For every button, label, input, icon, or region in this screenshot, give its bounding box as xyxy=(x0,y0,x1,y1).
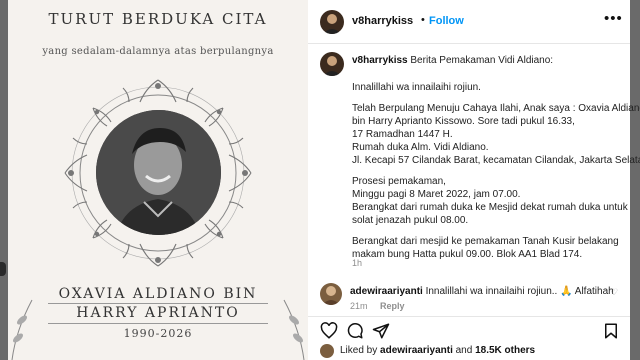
leaf-decoration-icon xyxy=(11,299,33,360)
caption-line: Telah Berpulang Menuju Cahaya Ilahi, Ana… xyxy=(352,103,640,114)
divider-top xyxy=(48,303,268,304)
likes-summary: Liked by adewiraariyanti and 18.5K other… xyxy=(320,344,620,358)
header-username[interactable]: v8harrykiss xyxy=(352,15,413,27)
reply-button[interactable]: Reply xyxy=(380,301,405,311)
leaf-decoration-icon xyxy=(283,299,305,360)
comment-row: adewiraariyanti Innalillahi wa innailaih… xyxy=(320,283,620,313)
comment-text: Innalillahi wa innailaihi rojiun.. 🙏 Alf… xyxy=(425,286,614,297)
divider-bottom xyxy=(48,323,268,324)
caption-line: bin Harry Aprianto Kissowo. Sore tadi pu… xyxy=(352,116,575,127)
comment-time: 21m xyxy=(350,301,368,311)
like-comment-icon[interactable]: ♡ xyxy=(610,287,618,298)
caption-line: Innalillahi wa innailaihi rojiun. xyxy=(352,82,481,93)
comment-username[interactable]: adewiraariyanti xyxy=(350,286,423,297)
likes-count[interactable]: 18.5K others xyxy=(475,345,535,356)
share-icon[interactable] xyxy=(372,322,390,340)
avatar[interactable] xyxy=(320,10,344,34)
caption-time: 1h xyxy=(352,258,363,268)
card-subtitle: yang sedalam-dalamnya atas berpulangnya xyxy=(42,46,274,57)
caption-line: Berita Pemakaman Vidi Aldiano: xyxy=(410,55,554,66)
caption-line: Berangkat dari rumah duka ke Mesjid deka… xyxy=(352,202,628,213)
left-backdrop-strip xyxy=(0,0,8,360)
caption-username[interactable]: v8harrykiss xyxy=(352,55,408,66)
follow-button[interactable]: Follow xyxy=(429,15,464,27)
caption-line: Rumah duka Alm. Vidi Aldiano. xyxy=(352,142,489,153)
caption-line: 17 Ramadhan 1447 H. xyxy=(352,129,453,140)
bookmark-icon[interactable] xyxy=(602,322,620,340)
header-separator: • xyxy=(421,14,425,26)
life-years: 1990-2026 xyxy=(123,327,193,340)
likes-and: and xyxy=(455,345,473,356)
avatar[interactable] xyxy=(320,52,344,76)
instagram-post-modal: TURUT BERDUKA CITA yang sedalam-dalamnya… xyxy=(0,0,640,360)
more-options-icon[interactable]: ••• xyxy=(604,10,623,27)
post-side-panel: v8harrykiss • Follow ••• v8harrykiss Ber… xyxy=(308,0,640,360)
post-image: TURUT BERDUKA CITA yang sedalam-dalamnya… xyxy=(8,0,308,360)
caption-line: Berangkat dari mesjid ke pemakaman Tanah… xyxy=(352,236,619,247)
caption-line: solat jenazah pukul 08.00. xyxy=(352,215,469,226)
caption-line: makam bung Hatta pukul 09.00. Blok AA1 B… xyxy=(352,249,583,260)
caption-line: Prosesi pemakaman, xyxy=(352,176,446,187)
previous-post-handle[interactable] xyxy=(0,262,6,276)
card-title: TURUT BERDUKA CITA xyxy=(48,10,268,28)
likes-user[interactable]: adewiraariyanti xyxy=(380,345,453,356)
right-backdrop-strip xyxy=(630,0,640,360)
caption-line: Jl. Kecapi 57 Cilandak Barat, kecamatan … xyxy=(352,155,640,166)
action-bar xyxy=(308,316,630,340)
post-header: v8harrykiss • Follow ••• xyxy=(308,0,630,44)
avatar[interactable] xyxy=(320,344,334,358)
caption-line: Minggu pagi 8 Maret 2022, jam 07.00. xyxy=(352,189,521,200)
memorial-portrait xyxy=(96,110,221,235)
comment-icon[interactable] xyxy=(346,322,364,340)
avatar[interactable] xyxy=(320,283,342,305)
heart-icon[interactable] xyxy=(320,322,338,340)
deceased-name-line2: HARRY APRIANTO xyxy=(76,305,240,321)
deceased-name-line1: OXAVIA ALDIANO BIN xyxy=(58,286,258,302)
likes-prefix: Liked by xyxy=(340,345,378,356)
